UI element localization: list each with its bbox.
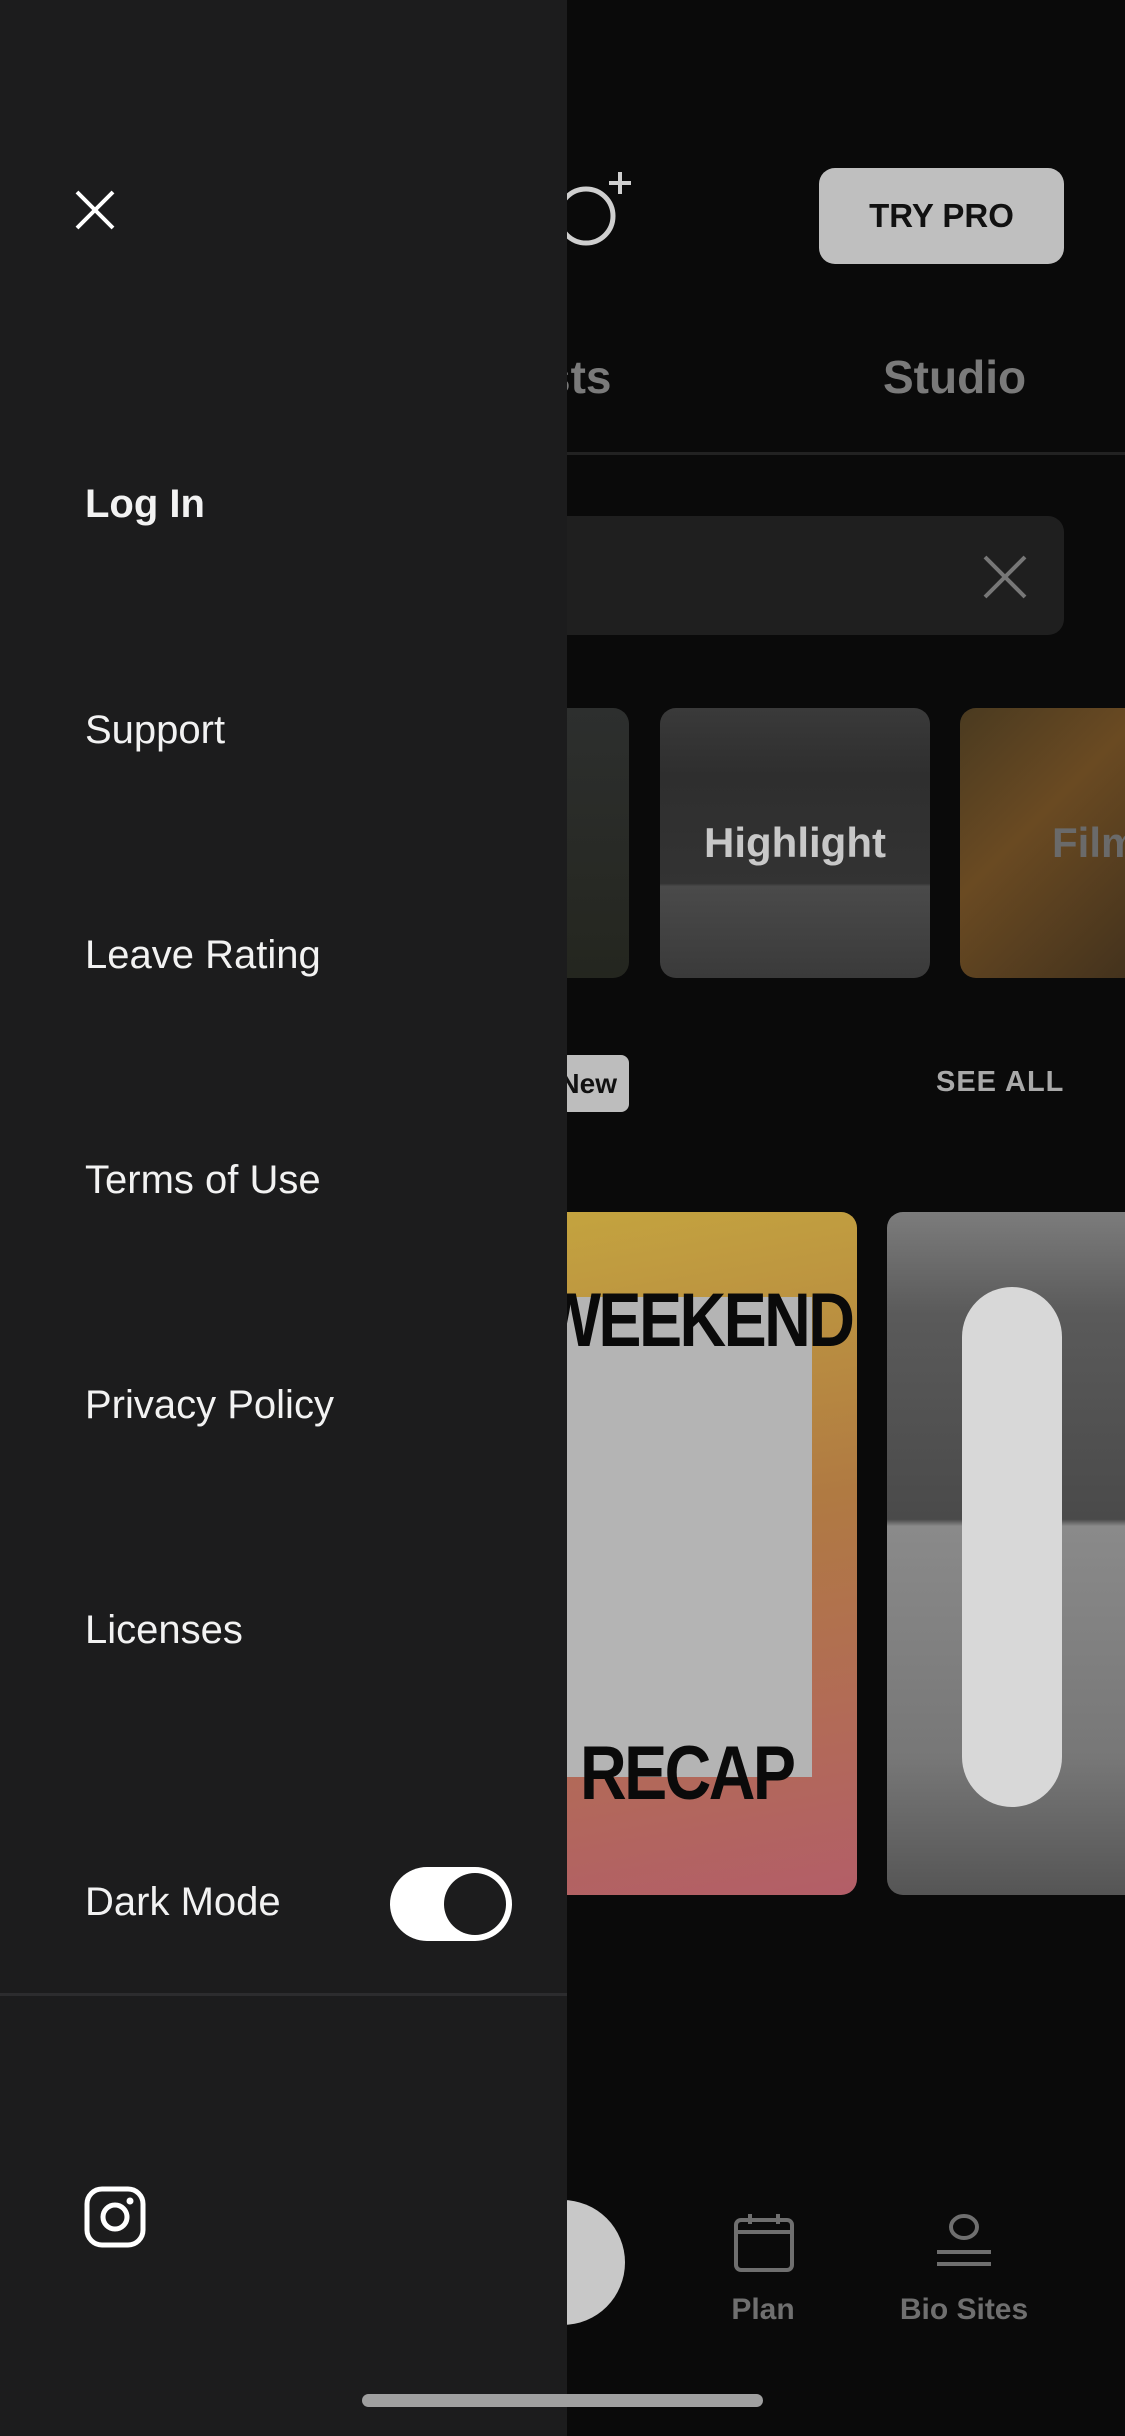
nav-bio-sites[interactable]: Bio Sites [900, 2293, 1028, 2327]
dark-mode-label: Dark Mode [85, 1880, 281, 1924]
featured-card-surf[interactable] [887, 1212, 1125, 1895]
title-bottom: RECAP [580, 1731, 796, 1816]
menu-item-privacy-policy[interactable]: Privacy Policy [85, 1383, 334, 1428]
tab-divider [567, 452, 1125, 455]
template-card-film[interactable]: Film [960, 708, 1125, 978]
photo [540, 1297, 812, 1777]
menu-item-licenses[interactable]: Licenses [85, 1608, 243, 1653]
see-all-link[interactable]: SEE ALL [936, 1066, 1064, 1099]
clear-search-icon[interactable] [980, 552, 1030, 602]
dark-mode-toggle[interactable] [390, 1867, 512, 1941]
try-pro-button[interactable]: TRY PRO [819, 168, 1064, 264]
template-card-highlight[interactable]: Highlight [660, 708, 930, 978]
featured-card-weekend-recap[interactable]: WEEKEND RECAP [540, 1212, 857, 1895]
title-top: WEEKEND [540, 1278, 855, 1363]
tab-studio[interactable]: Studio [883, 350, 1026, 404]
bio-sites-icon [937, 2214, 991, 2266]
menu-item-leave-rating[interactable]: Leave Rating [85, 933, 321, 978]
instagram-icon[interactable] [84, 2186, 146, 2248]
side-drawer: Log In Support Leave Rating Terms of Use… [0, 0, 567, 2436]
nav-plan[interactable]: Plan [731, 2293, 794, 2327]
new-badge: New [560, 1055, 629, 1112]
surfboard [962, 1287, 1062, 1807]
home-indicator [362, 2394, 763, 2407]
toggle-knob [444, 1873, 506, 1935]
menu-item-log-in[interactable]: Log In [85, 482, 205, 527]
drawer-divider [0, 1993, 567, 1996]
calendar-icon [734, 2214, 794, 2272]
menu-item-terms-of-use[interactable]: Terms of Use [85, 1158, 321, 1203]
close-icon[interactable] [75, 190, 115, 230]
menu-item-support[interactable]: Support [85, 708, 225, 753]
